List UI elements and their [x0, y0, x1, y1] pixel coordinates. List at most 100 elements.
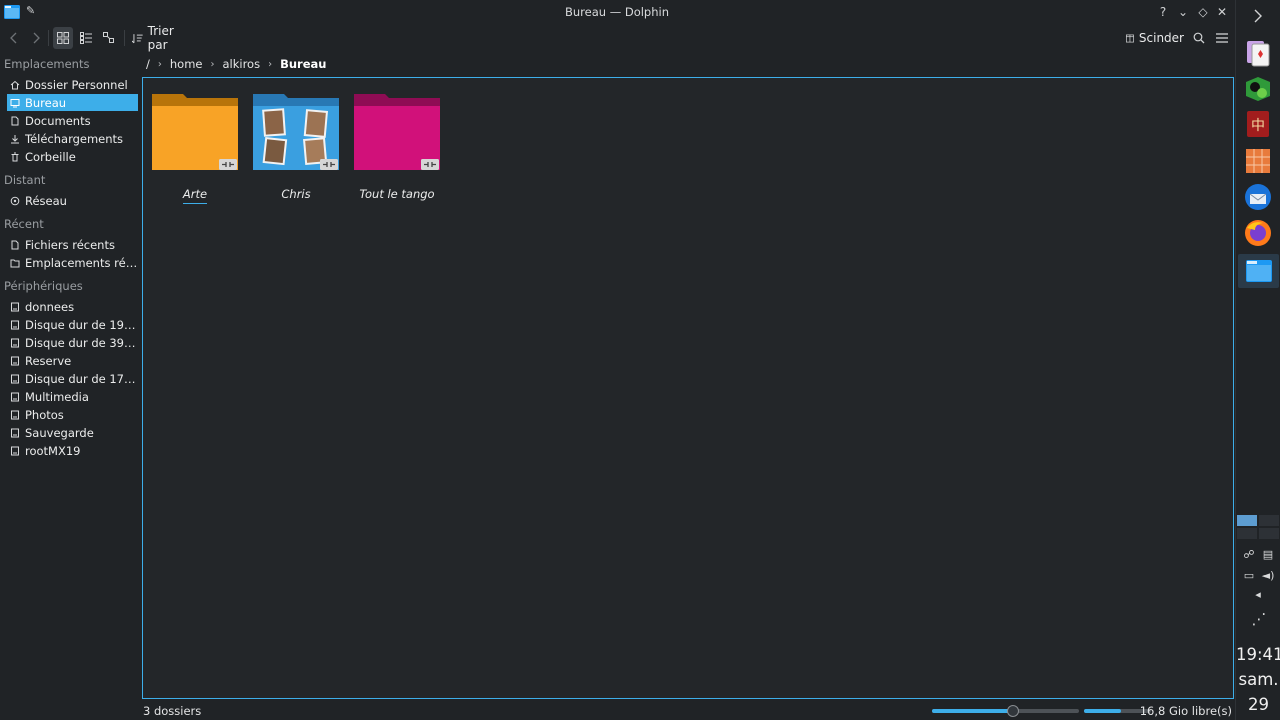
svg-text:中: 中: [1251, 118, 1265, 134]
chevron-right-icon[interactable]: ›: [205, 59, 219, 70]
clipboard-icon[interactable]: ▤: [1261, 548, 1275, 562]
desktop-2[interactable]: [1259, 515, 1279, 526]
firefox-icon: [1245, 220, 1271, 246]
file-manager-icon: [1245, 260, 1272, 282]
device-sauvegarde[interactable]: Sauvegarde: [7, 424, 138, 441]
minimize-button[interactable]: ⌄: [1175, 4, 1191, 20]
solitaire-launcher[interactable]: [1243, 38, 1273, 68]
recent-files-icon: [10, 240, 20, 250]
home-icon: [10, 80, 20, 90]
place-home[interactable]: Dossier Personnel: [7, 76, 138, 93]
device-photos[interactable]: Photos: [7, 406, 138, 423]
maximize-button[interactable]: ◇: [1195, 4, 1211, 20]
folder-item[interactable]: Arte: [149, 92, 241, 204]
item-count: 3 dossiers: [143, 704, 202, 718]
breadcrumb-root[interactable]: /: [143, 57, 153, 71]
virtual-desktop-pager[interactable]: [1237, 515, 1279, 539]
drive-icon: [10, 338, 20, 348]
drive-icon: [10, 356, 20, 366]
forward-button[interactable]: [27, 27, 45, 49]
title-bar[interactable]: ✎ Bureau — Dolphin ? ⌄ ◇ ✕: [0, 0, 1234, 24]
go-game-icon: [1246, 77, 1270, 101]
panel-expand-button[interactable]: [1243, 3, 1273, 29]
desktop-4[interactable]: [1259, 528, 1279, 539]
places-panel: Emplacements Dossier Personnel Bureau Do…: [0, 54, 140, 720]
device-multimedia[interactable]: Multimedia: [7, 388, 138, 405]
zoom-slider[interactable]: [932, 705, 1079, 717]
section-title-recent: Récent: [4, 217, 44, 231]
place-desktop[interactable]: Bureau: [7, 94, 138, 111]
trash-icon: [10, 152, 20, 162]
clock-date[interactable]: 29: [1236, 695, 1280, 714]
sort-label: Trier par: [147, 24, 174, 52]
zoom-slider-handle[interactable]: [1006, 705, 1019, 717]
details-view-button[interactable]: [99, 27, 119, 49]
menu-button[interactable]: [1213, 27, 1231, 49]
volume-icon[interactable]: ◄): [1261, 569, 1275, 583]
network-manager-icon[interactable]: ⋰: [1250, 612, 1268, 630]
toolbar: Trier par Scinder: [0, 24, 1234, 52]
display-icon[interactable]: ▭: [1242, 569, 1256, 583]
chevron-right-icon[interactable]: ›: [263, 59, 277, 70]
desktop-3[interactable]: [1237, 528, 1257, 539]
mahjong-launcher[interactable]: 中: [1243, 109, 1273, 139]
split-label: Scinder: [1138, 31, 1184, 45]
folder-item[interactable]: Tout le tango: [351, 92, 443, 201]
drive-icon: [10, 302, 20, 312]
desktop-1[interactable]: [1237, 515, 1257, 526]
close-button[interactable]: ✕: [1214, 4, 1230, 20]
chevron-right-icon: [1254, 9, 1262, 23]
file-view[interactable]: Arte Chris Tout le tango: [142, 77, 1234, 699]
breadcrumb-current[interactable]: Bureau: [277, 57, 329, 71]
clock-day[interactable]: sam.: [1236, 670, 1280, 689]
device-disk-17[interactable]: Disque dur de 17,7 G...: [7, 370, 138, 387]
section-title-places: Emplacements: [4, 57, 90, 71]
breadcrumb-home[interactable]: home: [167, 57, 206, 71]
place-recent-files[interactable]: Fichiers récents: [7, 236, 138, 253]
section-title-remote: Distant: [4, 173, 46, 187]
search-button[interactable]: [1190, 27, 1208, 49]
folder-item[interactable]: Chris: [250, 92, 342, 201]
side-panel: 中 ☍ ▤ ▭ ◄) ◂ ⋰ 19:41 sam. 29: [1235, 0, 1280, 720]
folder-name: Arte: [149, 187, 241, 204]
device-disk-19[interactable]: Disque dur de 19,5 G...: [7, 316, 138, 333]
place-network[interactable]: Réseau: [7, 192, 138, 209]
sudoku-icon: [1246, 149, 1270, 173]
sort-button[interactable]: Trier par: [132, 24, 196, 52]
icons-view-button[interactable]: [53, 27, 73, 49]
split-button[interactable]: Scinder: [1126, 27, 1184, 49]
network-icon: [10, 196, 20, 206]
clock-time[interactable]: 19:41: [1236, 645, 1280, 664]
folder-name: Tout le tango: [359, 187, 435, 201]
back-button[interactable]: [5, 27, 23, 49]
place-downloads[interactable]: Téléchargements: [7, 130, 138, 147]
place-trash[interactable]: Corbeille: [7, 148, 138, 165]
place-recent-locations[interactable]: Emplacements récents: [7, 254, 138, 271]
device-rootmx19[interactable]: rootMX19: [7, 442, 138, 459]
drive-icon: [10, 392, 20, 402]
desktop-icon: [10, 98, 20, 108]
device-reserve[interactable]: Reserve: [7, 352, 138, 369]
firefox-launcher[interactable]: [1243, 218, 1273, 248]
free-space-bar-fill: [1084, 709, 1121, 713]
zoom-slider-fill: [932, 709, 1013, 713]
compact-view-button[interactable]: [76, 27, 96, 49]
thunderbird-launcher[interactable]: [1243, 182, 1273, 212]
forward-arrow-icon: [33, 32, 40, 44]
sudoku-launcher[interactable]: [1243, 146, 1273, 176]
mahjong-icon: 中: [1247, 111, 1269, 137]
kigo-launcher[interactable]: [1243, 74, 1273, 104]
dolphin-launcher[interactable]: [1238, 254, 1279, 288]
download-icon: [10, 134, 20, 144]
device-disk-39[interactable]: Disque dur de 39,4 G...: [7, 334, 138, 351]
folder-name: Chris: [281, 187, 311, 201]
drive-icon: [10, 446, 20, 456]
mail-client-icon: [1245, 184, 1271, 210]
device-donnees[interactable]: donnees: [7, 298, 138, 315]
chevron-right-icon[interactable]: ›: [153, 59, 167, 70]
place-documents[interactable]: Documents: [7, 112, 138, 129]
network-tray-icon[interactable]: ☍: [1242, 548, 1256, 562]
breadcrumb-alkiros[interactable]: alkiros: [219, 57, 263, 71]
tray-expand-icon[interactable]: ◂: [1251, 588, 1265, 602]
help-icon[interactable]: ?: [1155, 4, 1171, 20]
